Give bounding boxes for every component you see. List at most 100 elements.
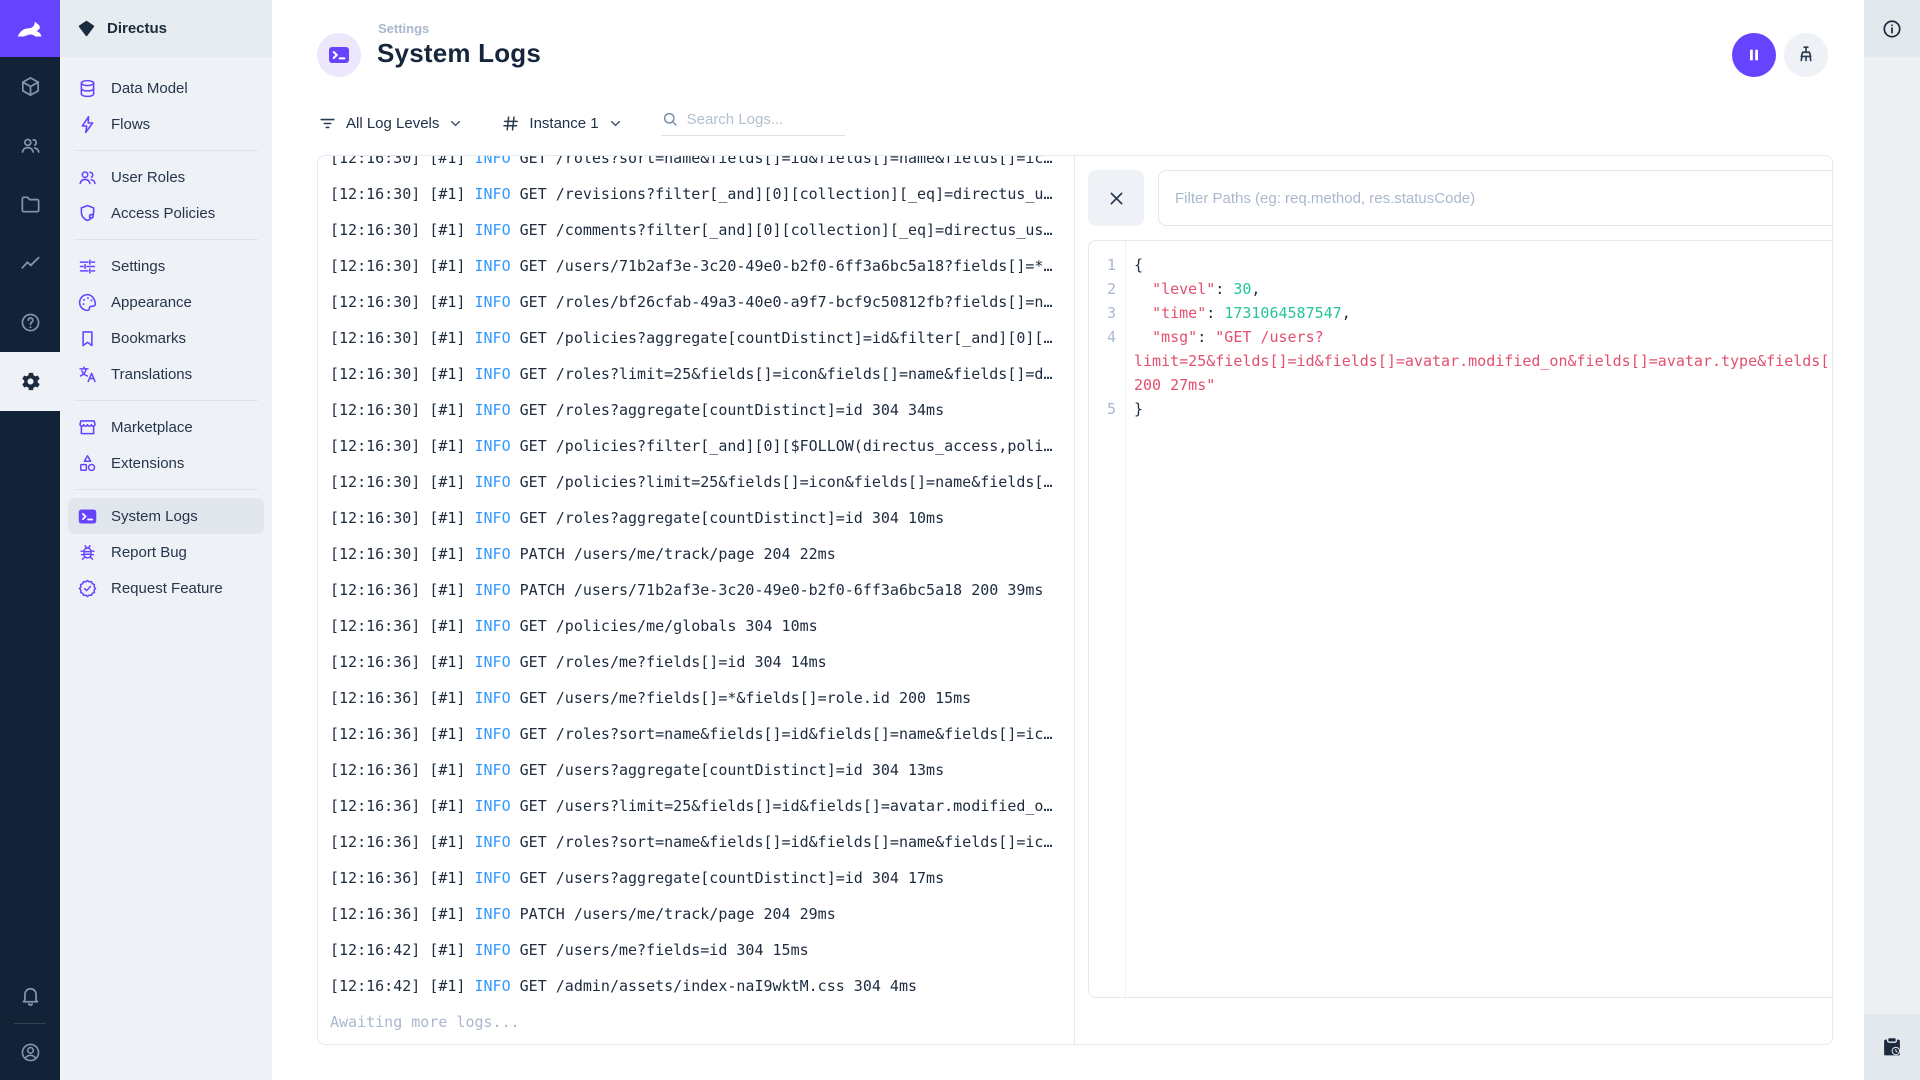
module-users[interactable]: [0, 116, 60, 175]
line-content: "msg": "GET /users?​limit=25&fields[]=id…: [1134, 328, 1832, 394]
sidebar-item-access-policies[interactable]: Access Policies: [68, 195, 264, 231]
detail-footer: Soft Wrap Lines: [1088, 1011, 1832, 1030]
chevron-down-icon: [608, 116, 623, 131]
terminal-icon: [77, 506, 98, 527]
sidebar-item-settings[interactable]: Settings: [68, 248, 264, 284]
log-row[interactable]: [12:16:30] [#1] INFO GET /roles?aggregat…: [330, 500, 1074, 536]
log-level-badge: INFO: [474, 941, 511, 959]
log-level-badge: INFO: [474, 185, 511, 203]
people-icon: [77, 167, 98, 188]
info-icon: [1881, 18, 1903, 40]
sidebar-item-user-roles[interactable]: User Roles: [68, 159, 264, 195]
sidebar-item-bookmarks[interactable]: Bookmarks: [68, 320, 264, 356]
log-row[interactable]: [12:16:30] [#1] INFO GET /roles?sort=nam…: [330, 156, 1074, 176]
module-account[interactable]: [0, 1024, 60, 1080]
log-row[interactable]: [12:16:30] [#1] INFO GET /comments?filte…: [330, 212, 1074, 248]
activity-drawer-button[interactable]: [1864, 1014, 1920, 1080]
sidebar-item-translations[interactable]: Translations: [68, 356, 264, 392]
log-level-badge: INFO: [474, 833, 511, 851]
sidebar-item-label: Bookmarks: [111, 329, 187, 347]
module-bar-bottom: [0, 967, 60, 1080]
log-row[interactable]: [12:16:36] [#1] INFO GET /roles?sort=nam…: [330, 716, 1074, 752]
module-bar: [0, 0, 60, 1080]
search-logs-input[interactable]: [686, 110, 845, 128]
sidebar-item-system-logs[interactable]: System Logs: [68, 498, 264, 534]
log-row[interactable]: [12:16:36] [#1] INFO PATCH /users/71b2af…: [330, 572, 1074, 608]
sidebar-divider: [74, 400, 258, 401]
log-row[interactable]: [12:16:30] [#1] INFO GET /roles?aggregat…: [330, 392, 1074, 428]
sidebar-item-label: System Logs: [111, 507, 198, 525]
log-toolbar: All Log Levels Instance 1: [318, 110, 845, 136]
palette-icon: [77, 292, 98, 313]
sidebar-item-extensions[interactable]: Extensions: [68, 445, 264, 481]
log-row[interactable]: [12:16:36] [#1] INFO PATCH /users/me/tra…: [330, 896, 1074, 932]
log-row[interactable]: [12:16:42] [#1] INFO GET /admin/assets/i…: [330, 968, 1074, 1004]
terminal-icon: [327, 43, 351, 67]
clear-logs-button[interactable]: [1784, 33, 1828, 77]
log-level-badge: INFO: [474, 401, 511, 419]
log-row[interactable]: [12:16:36] [#1] INFO GET /roles/me?field…: [330, 644, 1074, 680]
storefront-icon: [77, 417, 98, 438]
module-files[interactable]: [0, 175, 60, 234]
log-row[interactable]: [12:16:42] [#1] INFO GET /users/me?field…: [330, 932, 1074, 968]
module-content[interactable]: [0, 57, 60, 116]
log-row[interactable]: [12:16:36] [#1] INFO GET /policies/me/gl…: [330, 608, 1074, 644]
sidebar-item-appearance[interactable]: Appearance: [68, 284, 264, 320]
log-level-badge: INFO: [474, 365, 511, 383]
log-stream-pane[interactable]: [12:16:30] [#1] INFO GET /roles?sort=nam…: [318, 156, 1075, 1044]
sidebar-item-marketplace[interactable]: Marketplace: [68, 409, 264, 445]
line-number: 1: [1106, 256, 1116, 274]
log-row[interactable]: [12:16:30] [#1] INFO PATCH /users/me/tra…: [330, 536, 1074, 572]
log-row[interactable]: [12:16:36] [#1] INFO GET /users?aggregat…: [330, 752, 1074, 788]
module-notifications[interactable]: [0, 967, 60, 1023]
log-level-filter[interactable]: All Log Levels: [318, 114, 463, 133]
module-docs[interactable]: [0, 293, 60, 352]
log-level-badge: INFO: [474, 653, 511, 671]
account-icon: [19, 1041, 42, 1064]
project-logo-icon: [77, 19, 96, 38]
sidebar-item-report-bug[interactable]: Report Bug: [68, 534, 264, 570]
log-row[interactable]: [12:16:30] [#1] INFO GET /policies?filte…: [330, 428, 1074, 464]
extensions-icon: [77, 453, 98, 474]
log-row[interactable]: [12:16:30] [#1] INFO GET /policies?limit…: [330, 464, 1074, 500]
feature-icon: [77, 578, 98, 599]
code-lines: 1{2 "level": 30, 3 "time": 1731064587547,…: [1089, 253, 1832, 421]
info-sidebar-button[interactable]: [1864, 0, 1920, 57]
chevron-down-icon: [448, 116, 463, 131]
log-row[interactable]: [12:16:30] [#1] INFO GET /roles/bf26cfab…: [330, 284, 1074, 320]
filter-paths-input[interactable]: [1175, 189, 1832, 207]
instance-filter[interactable]: Instance 1: [501, 114, 622, 133]
log-level-badge: INFO: [474, 509, 511, 527]
log-level-badge: INFO: [474, 977, 511, 995]
log-row[interactable]: [12:16:30] [#1] INFO GET /revisions?filt…: [330, 176, 1074, 212]
directus-system-logs-page: Directus Data Model Flows User Roles Access…: [0, 0, 1920, 1080]
main-content: Settings System Logs All Log Levels Inst…: [272, 0, 1864, 1080]
sidebar-item-flows[interactable]: Flows: [68, 106, 264, 142]
log-row[interactable]: [12:16:36] [#1] INFO GET /users?aggregat…: [330, 860, 1074, 896]
log-level-badge: INFO: [474, 617, 511, 635]
log-row[interactable]: [12:16:30] [#1] INFO GET /policies?aggre…: [330, 320, 1074, 356]
bookmark-icon: [77, 328, 98, 349]
log-row[interactable]: [12:16:36] [#1] INFO GET /roles?sort=nam…: [330, 824, 1074, 860]
sidebar-item-data-model[interactable]: Data Model: [68, 70, 264, 106]
module-settings[interactable]: [0, 352, 60, 411]
sidebar-item-label: Translations: [111, 365, 193, 383]
broom-icon: [1795, 44, 1817, 66]
breadcrumb[interactable]: Settings: [378, 21, 429, 36]
pause-logs-button[interactable]: [1732, 33, 1776, 77]
log-level-badge: INFO: [474, 905, 511, 923]
log-row[interactable]: [12:16:30] [#1] INFO GET /roles?limit=25…: [330, 356, 1074, 392]
project-header[interactable]: Directus: [60, 0, 272, 57]
log-row[interactable]: [12:16:36] [#1] INFO GET /users?limit=25…: [330, 788, 1074, 824]
database-icon: [77, 78, 98, 99]
sidebar-item-label: Access Policies: [111, 204, 216, 222]
log-row[interactable]: [12:16:30] [#1] INFO GET /users/71b2af3e…: [330, 248, 1074, 284]
sidebar-item-label: Report Bug: [111, 543, 187, 561]
log-level-badge: INFO: [474, 725, 511, 743]
close-detail-button[interactable]: [1088, 170, 1144, 226]
log-row[interactable]: [12:16:36] [#1] INFO GET /users/me?field…: [330, 680, 1074, 716]
module-insights[interactable]: [0, 234, 60, 293]
sidebar-item-label: Data Model: [111, 79, 188, 97]
sidebar-item-request-feature[interactable]: Request Feature: [68, 570, 264, 606]
directus-logo[interactable]: [0, 0, 60, 57]
